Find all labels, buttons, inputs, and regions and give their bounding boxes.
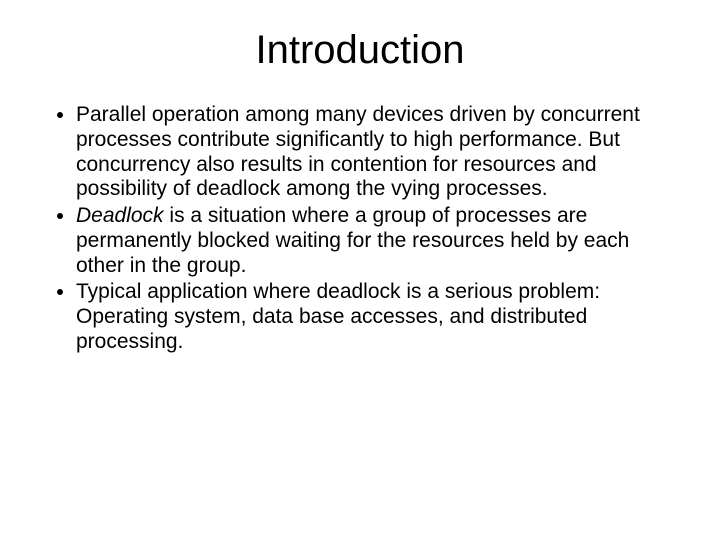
slide-title: Introduction <box>48 28 672 73</box>
slide: Introduction Parallel operation among ma… <box>0 0 720 540</box>
bullet-text: Parallel operation among many devices dr… <box>76 103 640 200</box>
bullet-italic: Deadlock <box>76 204 164 227</box>
list-item: Parallel operation among many devices dr… <box>76 103 672 202</box>
list-item: Typical application where deadlock is a … <box>76 280 672 354</box>
bullet-text: Typical application where deadlock is a … <box>76 280 600 353</box>
bullet-list: Parallel operation among many devices dr… <box>48 103 672 355</box>
list-item: Deadlock is a situation where a group of… <box>76 204 672 278</box>
